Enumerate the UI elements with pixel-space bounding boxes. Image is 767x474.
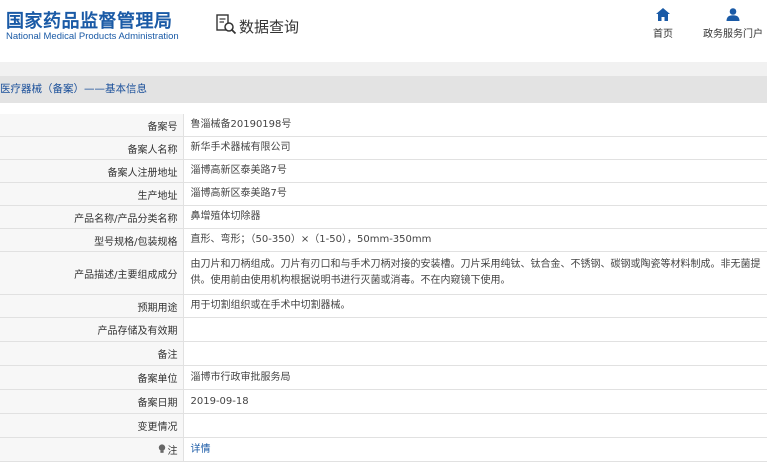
field-value: 直形、弯形；（50-350）×（1-50），50mm-350mm [183,228,767,252]
table-row: 产品存储及有效期 [0,317,767,342]
field-value: 淄博市行政审批服务局 [183,365,767,390]
field-label: 备注 [0,341,184,366]
device-info-table: 备案号 鲁淄械备20190198号 备案人名称 新华手术器械有限公司 备案人注册… [0,114,767,462]
table-row: 型号规格/包装规格 直形、弯形；（50-350）×（1-50），50mm-350… [0,228,767,252]
field-value: 鼻增殖体切除器 [183,205,767,229]
header-divider [0,62,767,76]
details-link[interactable]: 详情 [191,444,211,455]
table-row: 备案人名称 新华手术器械有限公司 [0,136,767,160]
field-value: 新华手术器械有限公司 [183,136,767,160]
table-row: 产品描述/主要组成成分 由刀片和刀柄组成。刀片有刃口和与手术刀柄对接的安装槽。刀… [0,251,767,295]
user-icon [700,8,766,21]
field-label: 产品名称/产品分类名称 [0,205,184,229]
data-query-label: 数据查询 [239,17,300,36]
site-header: 国家药品监督管理局 National Medical Products Admi… [0,0,767,62]
field-label: 备案人名称 [0,136,184,160]
breadcrumb: 医疗器械（备案）——基本信息 [0,76,767,103]
field-value: 由刀片和刀柄组成。刀片有刃口和与手术刀柄对接的安装槽。刀片采用纯钛、钛合金、不锈… [183,251,767,295]
field-label: 注 [167,446,178,457]
field-label: 备案号 [0,114,184,137]
table-row: 生产地址 淄博高新区泰美路7号 [0,182,767,206]
field-label: 备案人注册地址 [0,159,184,183]
table-row: 备案人注册地址 淄博高新区泰美路7号 [0,159,767,183]
table-row: 变更情况 [0,413,767,438]
nav-home[interactable]: 首页 [648,8,678,40]
field-label: 备案单位 [0,365,184,390]
field-value-cell: 详情 [183,437,767,462]
nav-service-portal[interactable]: 政务服务门户 [700,8,766,40]
data-query-icon [215,13,239,39]
home-icon [648,8,678,21]
lightbulb-icon [158,444,166,457]
table-row: 备案日期 2019-09-18 [0,389,767,414]
table-row: 产品名称/产品分类名称 鼻增殖体切除器 [0,205,767,229]
field-label: 产品存储及有效期 [0,317,184,342]
table-row: 备案号 鲁淄械备20190198号 [0,114,767,137]
field-value: 用于切割组织或在手术中切割器械。 [183,294,767,318]
data-query-title[interactable]: 数据查询 [215,13,299,39]
field-label: 产品描述/主要组成成分 [0,251,184,295]
nav-portal-label: 政务服务门户 [703,29,763,40]
field-label: 变更情况 [0,413,184,438]
nav-home-label: 首页 [653,29,673,40]
field-value: 2019-09-18 [183,389,767,414]
field-value [183,341,767,366]
field-value: 淄博高新区泰美路7号 [183,182,767,206]
content-spacer [0,103,767,114]
note-label-cell: 注 [0,437,184,462]
field-label: 型号规格/包装规格 [0,228,184,252]
site-logo-subtitle[interactable]: National Medical Products Administration [6,31,179,42]
table-row: 预期用途 用于切割组织或在手术中切割器械。 [0,294,767,318]
site-logo-title[interactable]: 国家药品监督管理局 [6,7,173,33]
table-row: 注 详情 [0,437,767,462]
table-row: 备注 [0,341,767,366]
field-value: 淄博高新区泰美路7号 [183,159,767,183]
field-label: 预期用途 [0,294,184,318]
table-row: 备案单位 淄博市行政审批服务局 [0,365,767,390]
field-label: 生产地址 [0,182,184,206]
field-label: 备案日期 [0,389,184,414]
field-value [183,317,767,342]
field-value: 鲁淄械备20190198号 [183,114,767,137]
field-value [183,413,767,438]
